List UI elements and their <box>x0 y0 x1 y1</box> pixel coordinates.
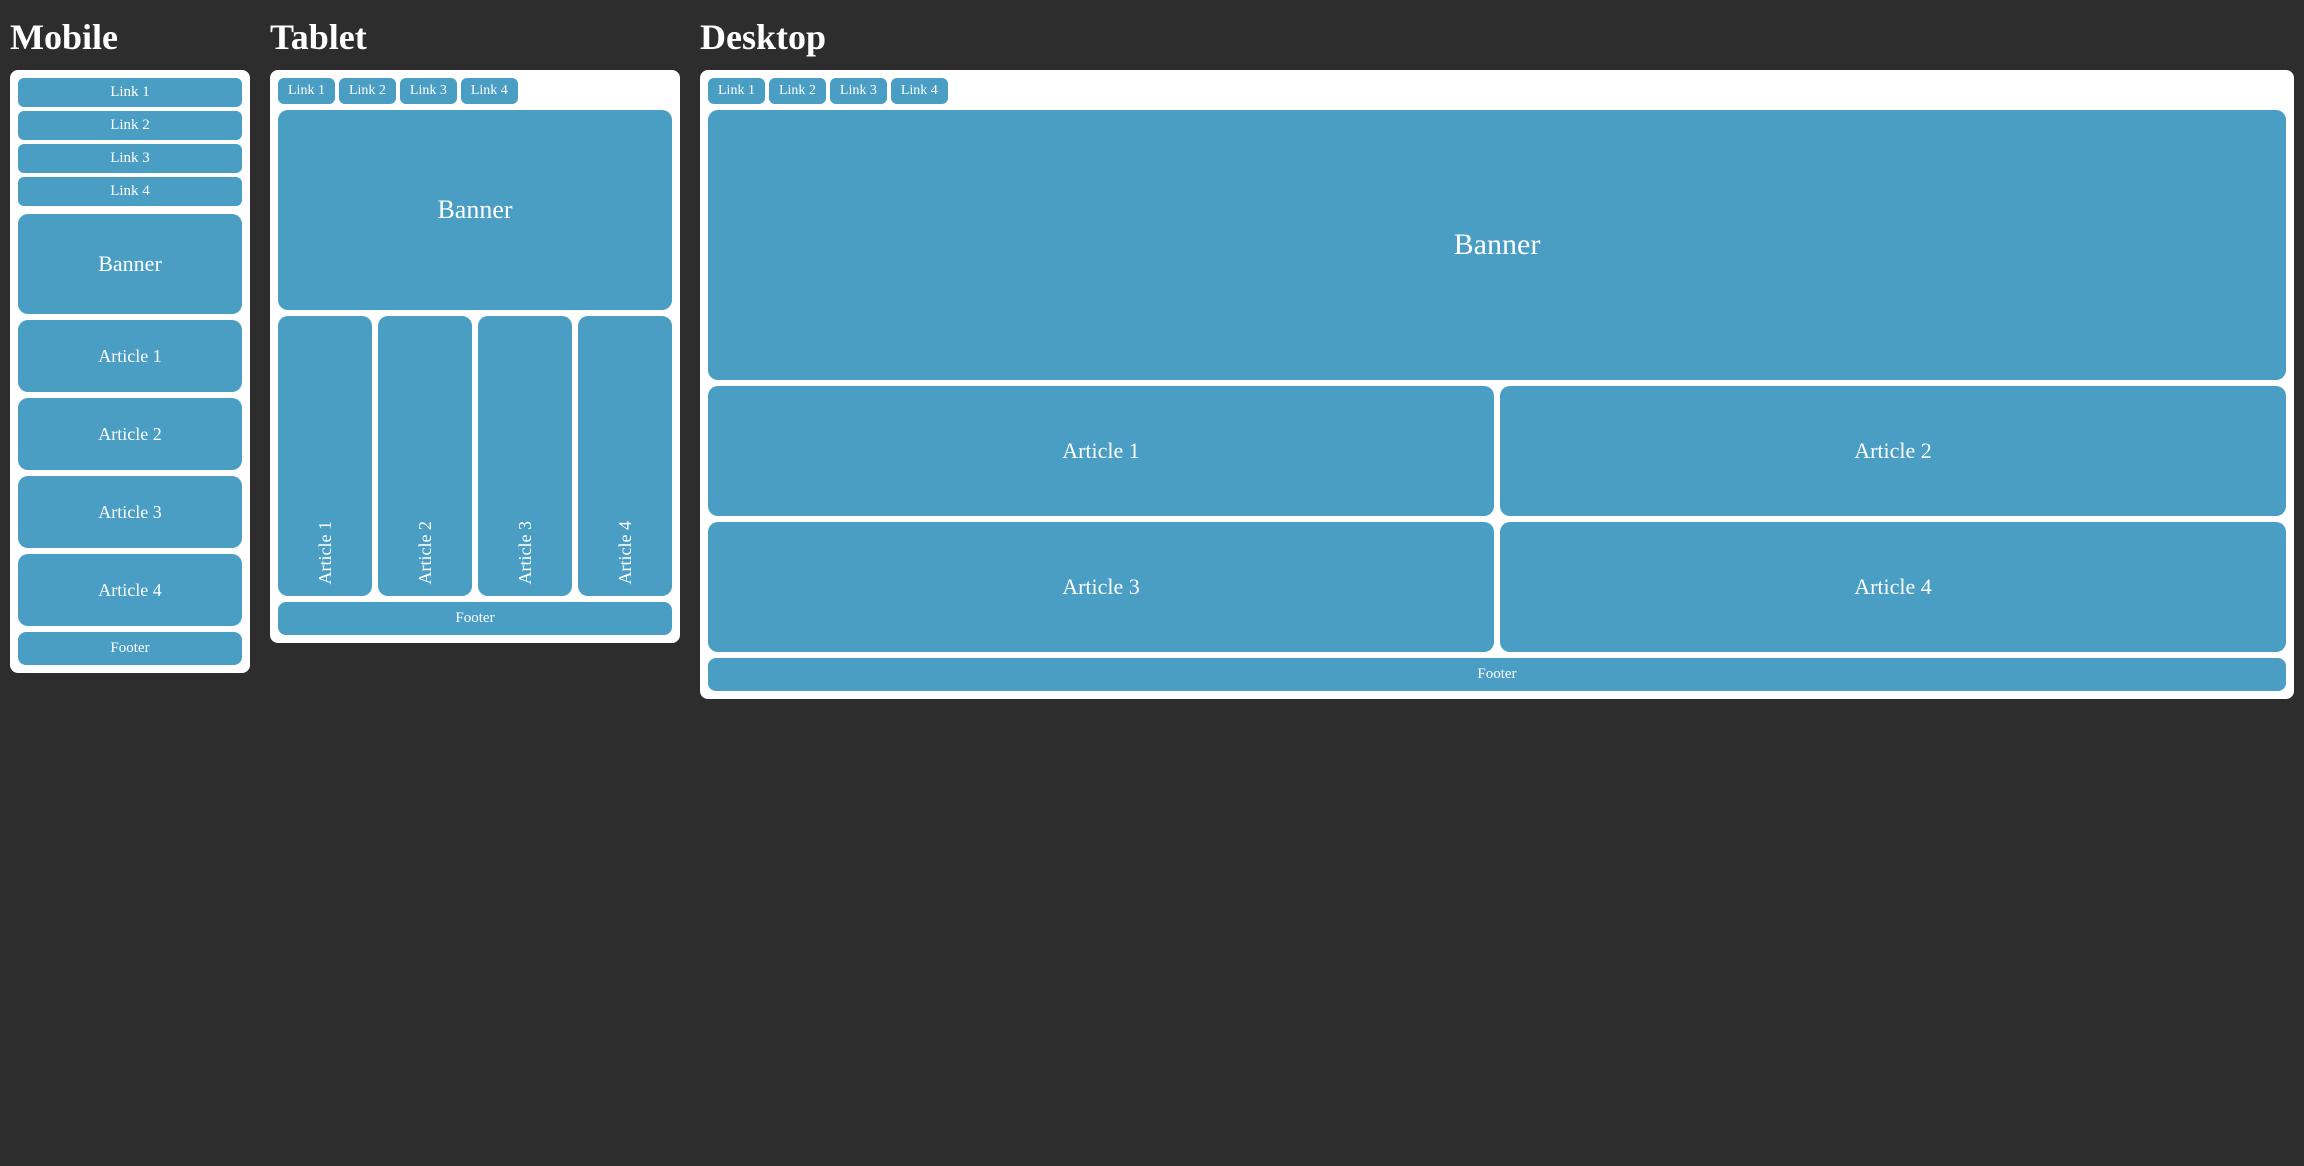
desktop-article-3: Article 3 <box>708 522 1494 652</box>
mobile-nav-link-1[interactable]: Link 1 <box>18 78 242 107</box>
desktop-article-2: Article 2 <box>1500 386 2286 516</box>
mobile-nav-link-4[interactable]: Link 4 <box>18 177 242 206</box>
desktop-title: Desktop <box>700 8 2294 70</box>
tablet-article-2: Article 2 <box>378 316 472 596</box>
tablet-nav: Link 1 Link 2 Link 3 Link 4 <box>278 78 672 104</box>
mobile-section: Mobile Link 1 Link 2 Link 3 Link 4 Banne… <box>10 8 250 673</box>
tablet-section: Tablet Link 1 Link 2 Link 3 Link 4 Banne… <box>270 8 680 643</box>
tablet-articles: Article 1 Article 2 Article 3 Article 4 <box>278 316 672 596</box>
tablet-article-4: Article 4 <box>578 316 672 596</box>
mobile-article-3: Article 3 <box>18 476 242 548</box>
tablet-footer: Footer <box>278 602 672 635</box>
tablet-nav-link-2[interactable]: Link 2 <box>339 78 396 104</box>
tablet-article-3: Article 3 <box>478 316 572 596</box>
mobile-nav-link-3[interactable]: Link 3 <box>18 144 242 173</box>
mobile-panel: Link 1 Link 2 Link 3 Link 4 Banner Artic… <box>10 70 250 673</box>
mobile-article-4: Article 4 <box>18 554 242 626</box>
desktop-nav-link-1[interactable]: Link 1 <box>708 78 765 104</box>
desktop-panel: Link 1 Link 2 Link 3 Link 4 Banner Artic… <box>700 70 2294 699</box>
tablet-banner: Banner <box>278 110 672 310</box>
desktop-footer: Footer <box>708 658 2286 691</box>
mobile-title: Mobile <box>10 8 250 70</box>
desktop-banner: Banner <box>708 110 2286 380</box>
desktop-article-1: Article 1 <box>708 386 1494 516</box>
mobile-footer: Footer <box>18 632 242 665</box>
tablet-title: Tablet <box>270 8 680 70</box>
tablet-nav-link-4[interactable]: Link 4 <box>461 78 518 104</box>
mobile-article-2: Article 2 <box>18 398 242 470</box>
tablet-nav-link-1[interactable]: Link 1 <box>278 78 335 104</box>
desktop-nav-link-3[interactable]: Link 3 <box>830 78 887 104</box>
desktop-section: Desktop Link 1 Link 2 Link 3 Link 4 Bann… <box>700 8 2294 699</box>
mobile-article-1: Article 1 <box>18 320 242 392</box>
desktop-nav: Link 1 Link 2 Link 3 Link 4 <box>708 78 2286 104</box>
desktop-article-4: Article 4 <box>1500 522 2286 652</box>
desktop-articles: Article 1 Article 2 Article 3 Article 4 <box>708 386 2286 652</box>
desktop-nav-link-4[interactable]: Link 4 <box>891 78 948 104</box>
mobile-nav-link-2[interactable]: Link 2 <box>18 111 242 140</box>
desktop-nav-link-2[interactable]: Link 2 <box>769 78 826 104</box>
mobile-nav: Link 1 Link 2 Link 3 Link 4 <box>18 78 242 206</box>
tablet-article-1: Article 1 <box>278 316 372 596</box>
tablet-nav-link-3[interactable]: Link 3 <box>400 78 457 104</box>
tablet-panel: Link 1 Link 2 Link 3 Link 4 Banner Artic… <box>270 70 680 643</box>
mobile-banner: Banner <box>18 214 242 314</box>
